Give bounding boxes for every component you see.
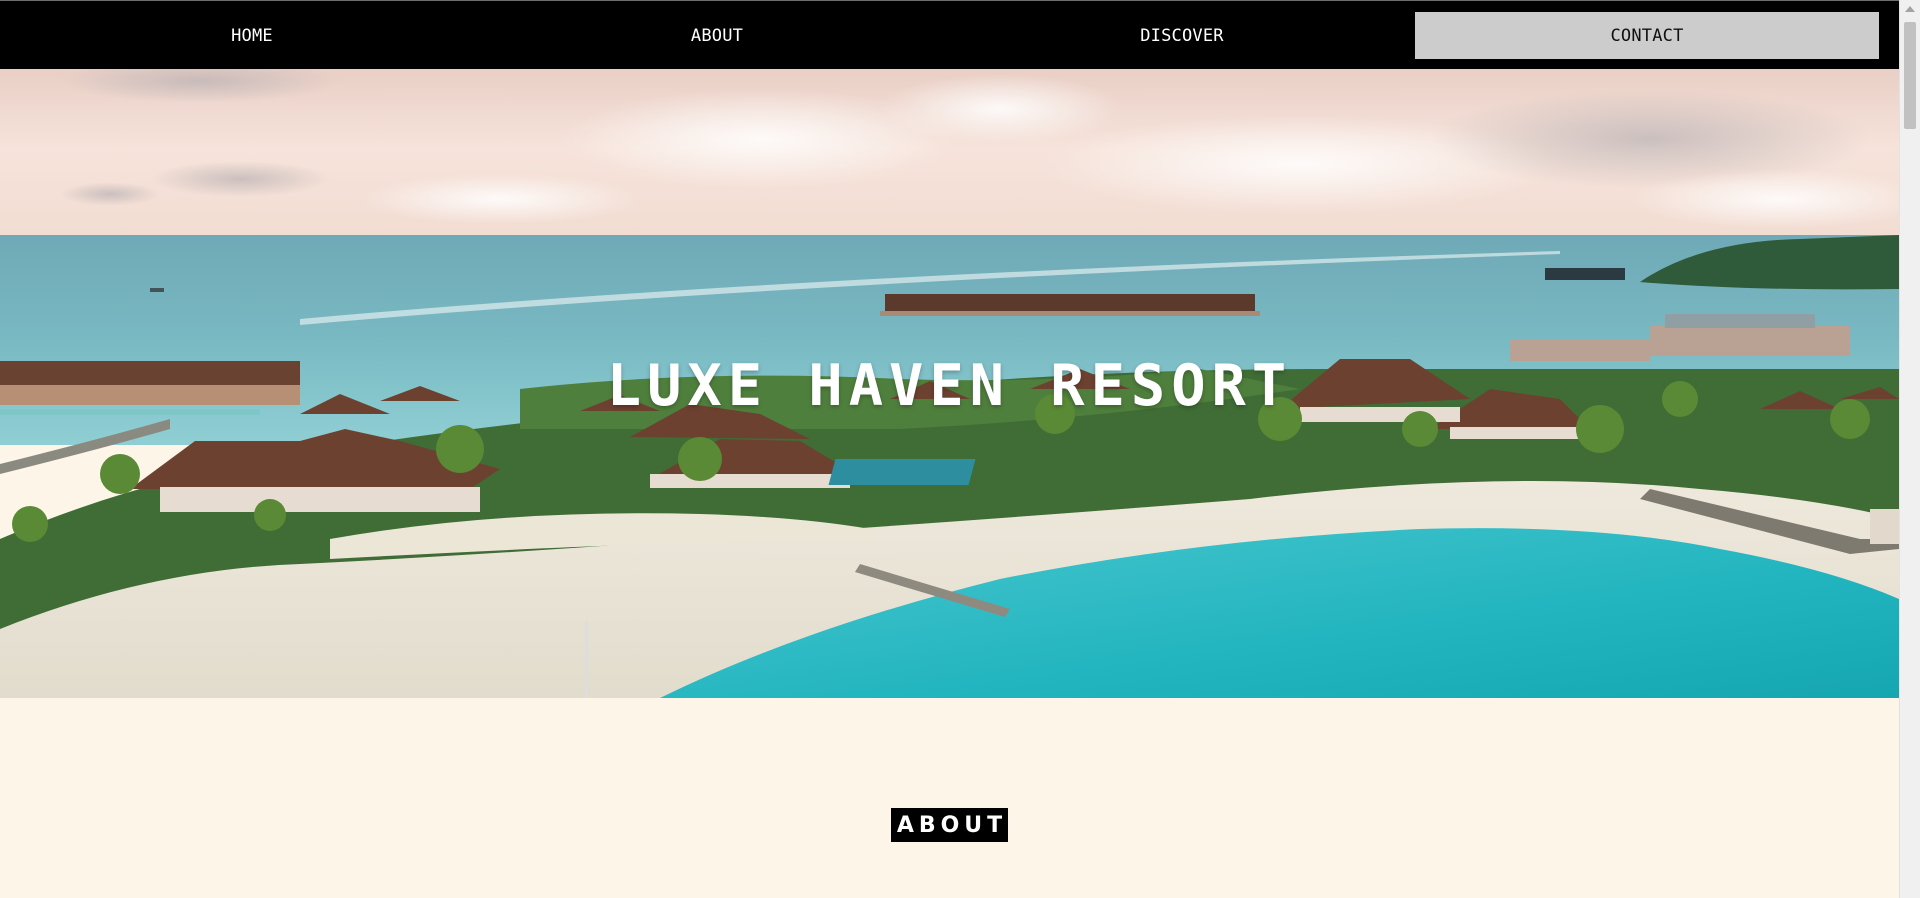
about-heading: ABOUT (891, 808, 1008, 843)
hero-title: LUXE HAVEN RESORT (606, 353, 1293, 420)
nav-discover-link[interactable]: DISCOVER (950, 12, 1414, 59)
scroll-up-arrow-icon[interactable] (1905, 6, 1915, 12)
about-section: ABOUT (0, 698, 1899, 898)
hero-banner: LUXE HAVEN RESORT (0, 69, 1899, 698)
scroll-thumb[interactable] (1904, 22, 1916, 129)
page-scrollbar[interactable] (1899, 0, 1920, 898)
main-navbar: HOME ABOUT DISCOVER CONTACT (0, 0, 1899, 69)
nav-about-link[interactable]: ABOUT (485, 12, 949, 59)
nav-home-link[interactable]: HOME (20, 12, 484, 59)
nav-contact-link[interactable]: CONTACT (1415, 12, 1879, 59)
